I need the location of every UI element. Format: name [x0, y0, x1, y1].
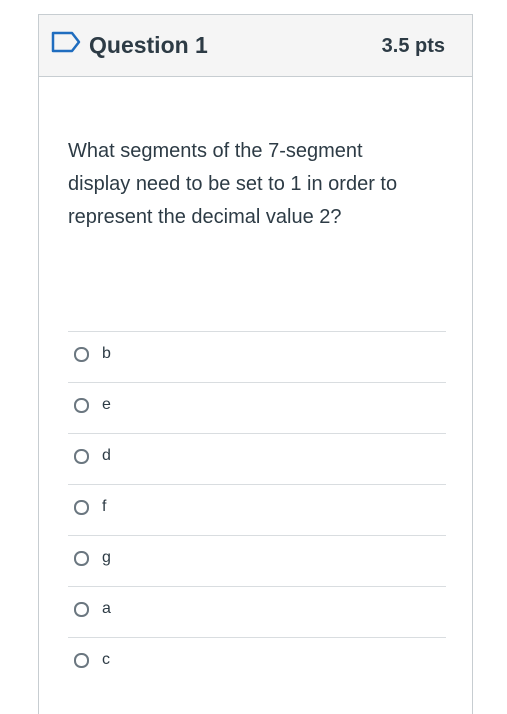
radio-button-icon[interactable]: [74, 449, 89, 464]
question-title: Question 1: [89, 32, 208, 58]
radio-button-icon[interactable]: [74, 551, 89, 566]
answer-option[interactable]: f: [68, 484, 446, 535]
question-card: Question 1 3.5 pts What segments of the …: [38, 14, 473, 714]
answer-label[interactable]: d: [102, 446, 111, 466]
bookmark-flag-icon[interactable]: [51, 31, 81, 53]
radio-button-icon[interactable]: [74, 653, 89, 668]
answer-option[interactable]: a: [68, 586, 446, 637]
answer-label[interactable]: a: [102, 599, 111, 619]
answer-label[interactable]: g: [102, 548, 111, 568]
radio-button-icon[interactable]: [74, 602, 89, 617]
answer-option[interactable]: d: [68, 433, 446, 484]
answer-option[interactable]: b: [68, 331, 446, 382]
answer-label[interactable]: e: [102, 395, 111, 415]
answer-list: b e d f g a c: [68, 331, 446, 688]
question-points: 3.5 pts: [381, 35, 445, 57]
question-text: What segments of the 7-segment display n…: [68, 140, 398, 228]
answer-label[interactable]: c: [102, 650, 110, 670]
question-header: Question 1 3.5 pts: [39, 15, 472, 77]
answer-option[interactable]: g: [68, 535, 446, 586]
radio-button-icon[interactable]: [74, 500, 89, 515]
radio-button-icon[interactable]: [74, 398, 89, 413]
radio-button-icon[interactable]: [74, 347, 89, 362]
answer-option[interactable]: c: [68, 637, 446, 688]
answer-label[interactable]: f: [102, 497, 106, 517]
answer-label[interactable]: b: [102, 344, 111, 364]
answer-option[interactable]: e: [68, 382, 446, 433]
